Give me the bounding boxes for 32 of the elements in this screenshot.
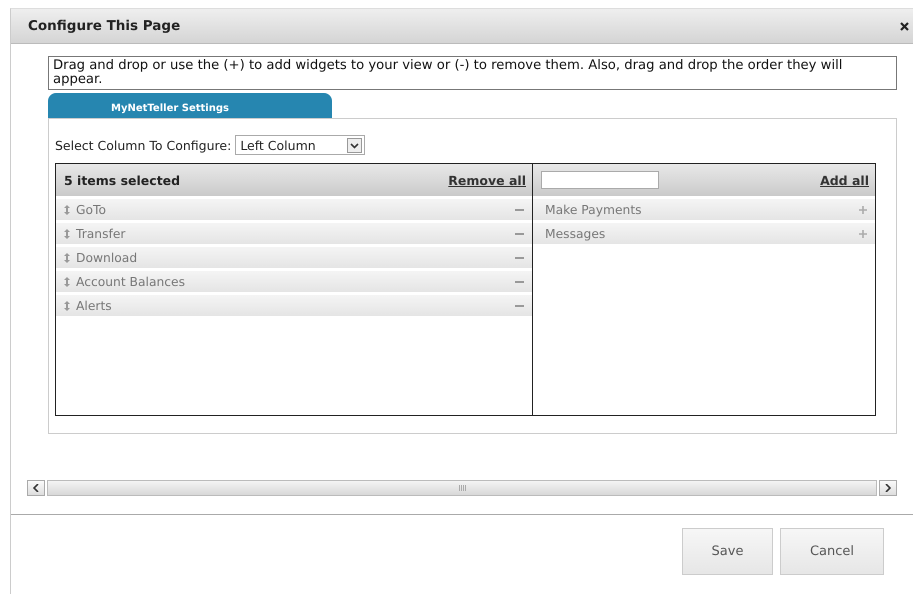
search-field[interactable] <box>541 171 659 189</box>
save-button[interactable]: Save <box>682 528 773 575</box>
drag-handle-icon[interactable] <box>64 204 70 214</box>
remove-all-link[interactable]: Remove all <box>448 172 526 188</box>
close-icon[interactable] <box>900 22 909 30</box>
widget-item[interactable]: Transfer <box>56 223 532 244</box>
drag-handle-icon[interactable] <box>64 300 70 310</box>
settings-tab[interactable]: MyNetTeller Settings <box>48 93 332 118</box>
widget-item[interactable]: Messages <box>533 223 875 244</box>
widget-item[interactable]: Download <box>56 247 532 268</box>
drag-handle-icon[interactable] <box>64 228 70 238</box>
widget-item[interactable]: GoTo <box>56 199 532 220</box>
widget-item[interactable]: Account Balances <box>56 271 532 292</box>
dropdown-icon[interactable] <box>347 138 362 152</box>
scroll-thumb[interactable] <box>47 480 877 496</box>
instructions-text: Drag and drop or use the (+) to add widgets to your view or (-) to remove them. Also, drag and drop the order they will appear. <box>48 56 897 90</box>
dialog-title: Configure This Page <box>28 18 180 34</box>
select-label: Select Column To Configure: <box>55 138 232 152</box>
scroll-left-button[interactable] <box>27 480 45 496</box>
add-all-link[interactable]: Add all <box>820 172 869 188</box>
add-icon[interactable] <box>859 230 867 238</box>
cancel-button[interactable]: Cancel <box>780 528 884 575</box>
selected-count: 5 items selected <box>64 172 180 188</box>
drag-handle-icon[interactable] <box>64 252 70 262</box>
scroll-right-button[interactable] <box>879 480 897 496</box>
widget-item[interactable]: Alerts <box>56 295 532 316</box>
drag-handle-icon[interactable] <box>64 276 70 286</box>
grip-icon <box>458 485 466 491</box>
horizontal-scrollbar[interactable] <box>27 479 897 497</box>
add-icon[interactable] <box>859 206 867 214</box>
widget-item[interactable]: Make Payments <box>533 199 875 220</box>
column-select[interactable]: Left Column <box>235 135 366 155</box>
